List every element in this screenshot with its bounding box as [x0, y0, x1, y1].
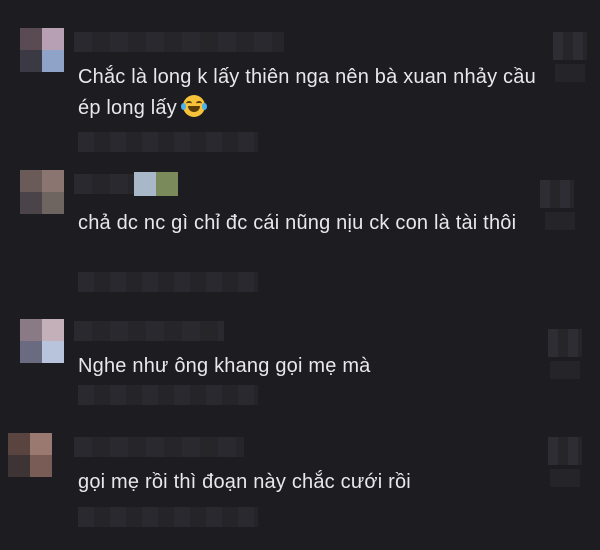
- blurred-like-count: [555, 64, 585, 82]
- blurred-username[interactable]: [74, 437, 244, 457]
- comment-item: chả dc nc gì chỉ đc cái nũng nịu ck con …: [0, 140, 600, 292]
- blurred-like-count: [545, 212, 575, 230]
- comment-text: gọi mẹ rồi thì đoạn này chắc cưới rồi: [78, 471, 411, 493]
- comment-text: Chắc là long k lấy thiên nga nên bà xuan…: [78, 66, 536, 119]
- comment-text: chả dc nc gì chỉ đc cái nũng nịu ck con …: [78, 212, 517, 234]
- user-badge-icon: [156, 172, 178, 196]
- comment-item: Nghe như ông khang gọi mẹ mà: [0, 285, 600, 415]
- avatar[interactable]: [8, 433, 52, 477]
- comment-item: gọi mẹ rồi thì đoạn này chắc cưới rồi: [0, 405, 600, 535]
- like-icon[interactable]: [548, 437, 582, 465]
- avatar[interactable]: [20, 170, 64, 214]
- avatar[interactable]: [20, 28, 64, 72]
- laughing-tears-emoji-icon: [180, 95, 207, 117]
- blurred-like-count: [550, 469, 580, 487]
- blurred-meta: [78, 507, 258, 527]
- avatar[interactable]: [20, 319, 64, 363]
- like-icon[interactable]: [540, 180, 574, 208]
- comment-text: Nghe như ông khang gọi mẹ mà: [78, 355, 371, 377]
- like-icon[interactable]: [553, 32, 587, 60]
- blurred-meta: [78, 385, 258, 405]
- comment-item: Chắc là long k lấy thiên nga nên bà xuan…: [0, 0, 600, 152]
- blurred-username[interactable]: [74, 32, 284, 52]
- user-badge-icon: [134, 172, 156, 196]
- blurred-username[interactable]: [74, 321, 224, 341]
- blurred-like-count: [550, 361, 580, 379]
- blurred-username[interactable]: [74, 174, 134, 194]
- like-icon[interactable]: [548, 329, 582, 357]
